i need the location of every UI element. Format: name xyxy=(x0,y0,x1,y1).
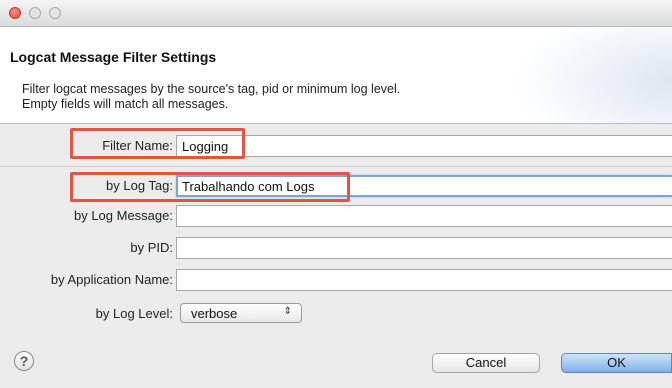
application-name-input[interactable] xyxy=(176,269,672,291)
filter-name-highlight-box xyxy=(70,128,245,159)
cancel-button[interactable]: Cancel xyxy=(432,353,540,373)
pid-row: by PID: xyxy=(0,237,672,259)
pid-label: by PID: xyxy=(130,240,173,255)
form-separator xyxy=(0,166,672,167)
log-tag-highlight-box xyxy=(70,172,350,202)
header-decoration xyxy=(512,27,672,123)
up-down-arrows-icon: ⇕ xyxy=(283,306,292,317)
dialog-title: Logcat Message Filter Settings xyxy=(10,49,217,65)
dialog-header: Logcat Message Filter Settings Filter lo… xyxy=(0,27,672,124)
ok-button[interactable]: OK xyxy=(561,353,672,373)
log-message-input[interactable] xyxy=(176,205,672,227)
maximize-window-button[interactable] xyxy=(49,7,61,19)
application-name-label: by Application Name: xyxy=(50,272,173,287)
description-line-1: Filter logcat messages by the source's t… xyxy=(22,82,401,96)
application-name-row: by Application Name: xyxy=(0,269,672,291)
dialog-description: Filter logcat messages by the source's t… xyxy=(22,82,400,112)
log-level-select[interactable]: verbose ⇕ xyxy=(180,303,302,323)
log-level-label: by Log Level: xyxy=(95,306,173,321)
log-message-row: by Log Message: xyxy=(0,205,672,227)
filter-name-input[interactable]: Logging xyxy=(176,135,672,157)
help-icon[interactable]: ? xyxy=(14,351,34,371)
log-level-row: by Log Level: xyxy=(0,303,672,325)
minimize-window-button[interactable] xyxy=(29,7,41,19)
log-level-selected-value: verbose xyxy=(191,306,238,321)
log-message-label: by Log Message: xyxy=(73,208,173,223)
pid-input[interactable] xyxy=(176,237,672,259)
close-window-button[interactable] xyxy=(9,7,21,19)
window-titlebar xyxy=(0,0,672,27)
description-line-2: Empty fields will match all messages. xyxy=(22,97,229,111)
